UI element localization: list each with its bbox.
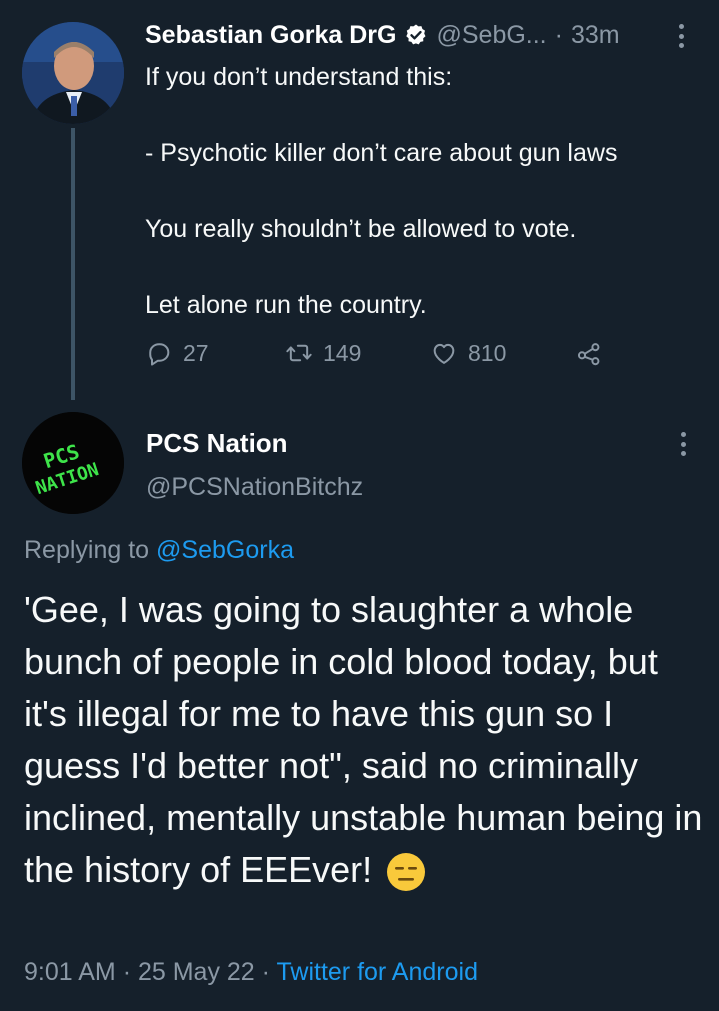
tweet-metadata: 9:01 AM · 25 May 22 · Twitter for Androi… <box>24 958 478 987</box>
like-count: 810 <box>468 339 507 366</box>
reply-avatar[interactable]: PCS NATION <box>22 412 124 514</box>
parent-display-name[interactable]: Sebastian Gorka DrG <box>145 21 396 50</box>
pcs-nation-logo-icon: PCS NATION <box>22 412 124 514</box>
reply-handle[interactable]: @PCSNationBitchz <box>146 473 363 502</box>
like-button[interactable]: 810 <box>430 339 575 367</box>
more-icon[interactable] <box>679 432 687 456</box>
meta-separator: · <box>122 958 132 986</box>
parent-timestamp[interactable]: 33m <box>571 21 620 50</box>
retweet-icon <box>286 344 312 362</box>
meta-separator: · <box>261 958 270 986</box>
like-icon <box>433 343 455 364</box>
header-separator: · <box>554 20 563 49</box>
reply-display-name[interactable]: PCS Nation <box>146 428 288 459</box>
reply-tweet-text: 'Gee, I was going to slaughter a whole b… <box>24 584 704 896</box>
tweet-source[interactable]: Twitter for Android <box>277 958 478 986</box>
replying-to-mention[interactable]: @SebGorka <box>156 536 294 564</box>
avatar-photo-icon <box>22 22 124 124</box>
parent-avatar[interactable] <box>22 22 124 124</box>
expressionless-emoji <box>386 852 426 892</box>
tweet-time[interactable]: 9:01 AM <box>24 958 116 986</box>
replying-to-line: Replying to @SebGorka <box>24 536 294 565</box>
replying-prefix: Replying to <box>24 536 157 564</box>
reply-button[interactable]: 27 <box>145 339 285 367</box>
reply-count: 27 <box>183 339 209 366</box>
parent-handle[interactable]: @SebG... <box>436 21 546 50</box>
share-icon <box>577 343 600 366</box>
share-button[interactable] <box>575 339 603 367</box>
tweet-date[interactable]: 25 May 22 <box>138 958 255 986</box>
parent-tweet-header: Sebastian Gorka DrG @SebG... · 33m <box>145 18 620 52</box>
reply-text-body: 'Gee, I was going to slaughter a whole b… <box>24 589 703 890</box>
retweet-count: 149 <box>323 339 362 366</box>
parent-tweet-text: If you don’t understand this: - Psychoti… <box>145 63 618 319</box>
thread-connector-line <box>71 128 75 400</box>
more-icon[interactable] <box>677 24 685 48</box>
parent-action-bar: 27 149 810 <box>145 336 603 370</box>
verified-icon <box>404 23 428 47</box>
retweet-button[interactable]: 149 <box>285 339 430 367</box>
reply-icon <box>149 343 170 366</box>
